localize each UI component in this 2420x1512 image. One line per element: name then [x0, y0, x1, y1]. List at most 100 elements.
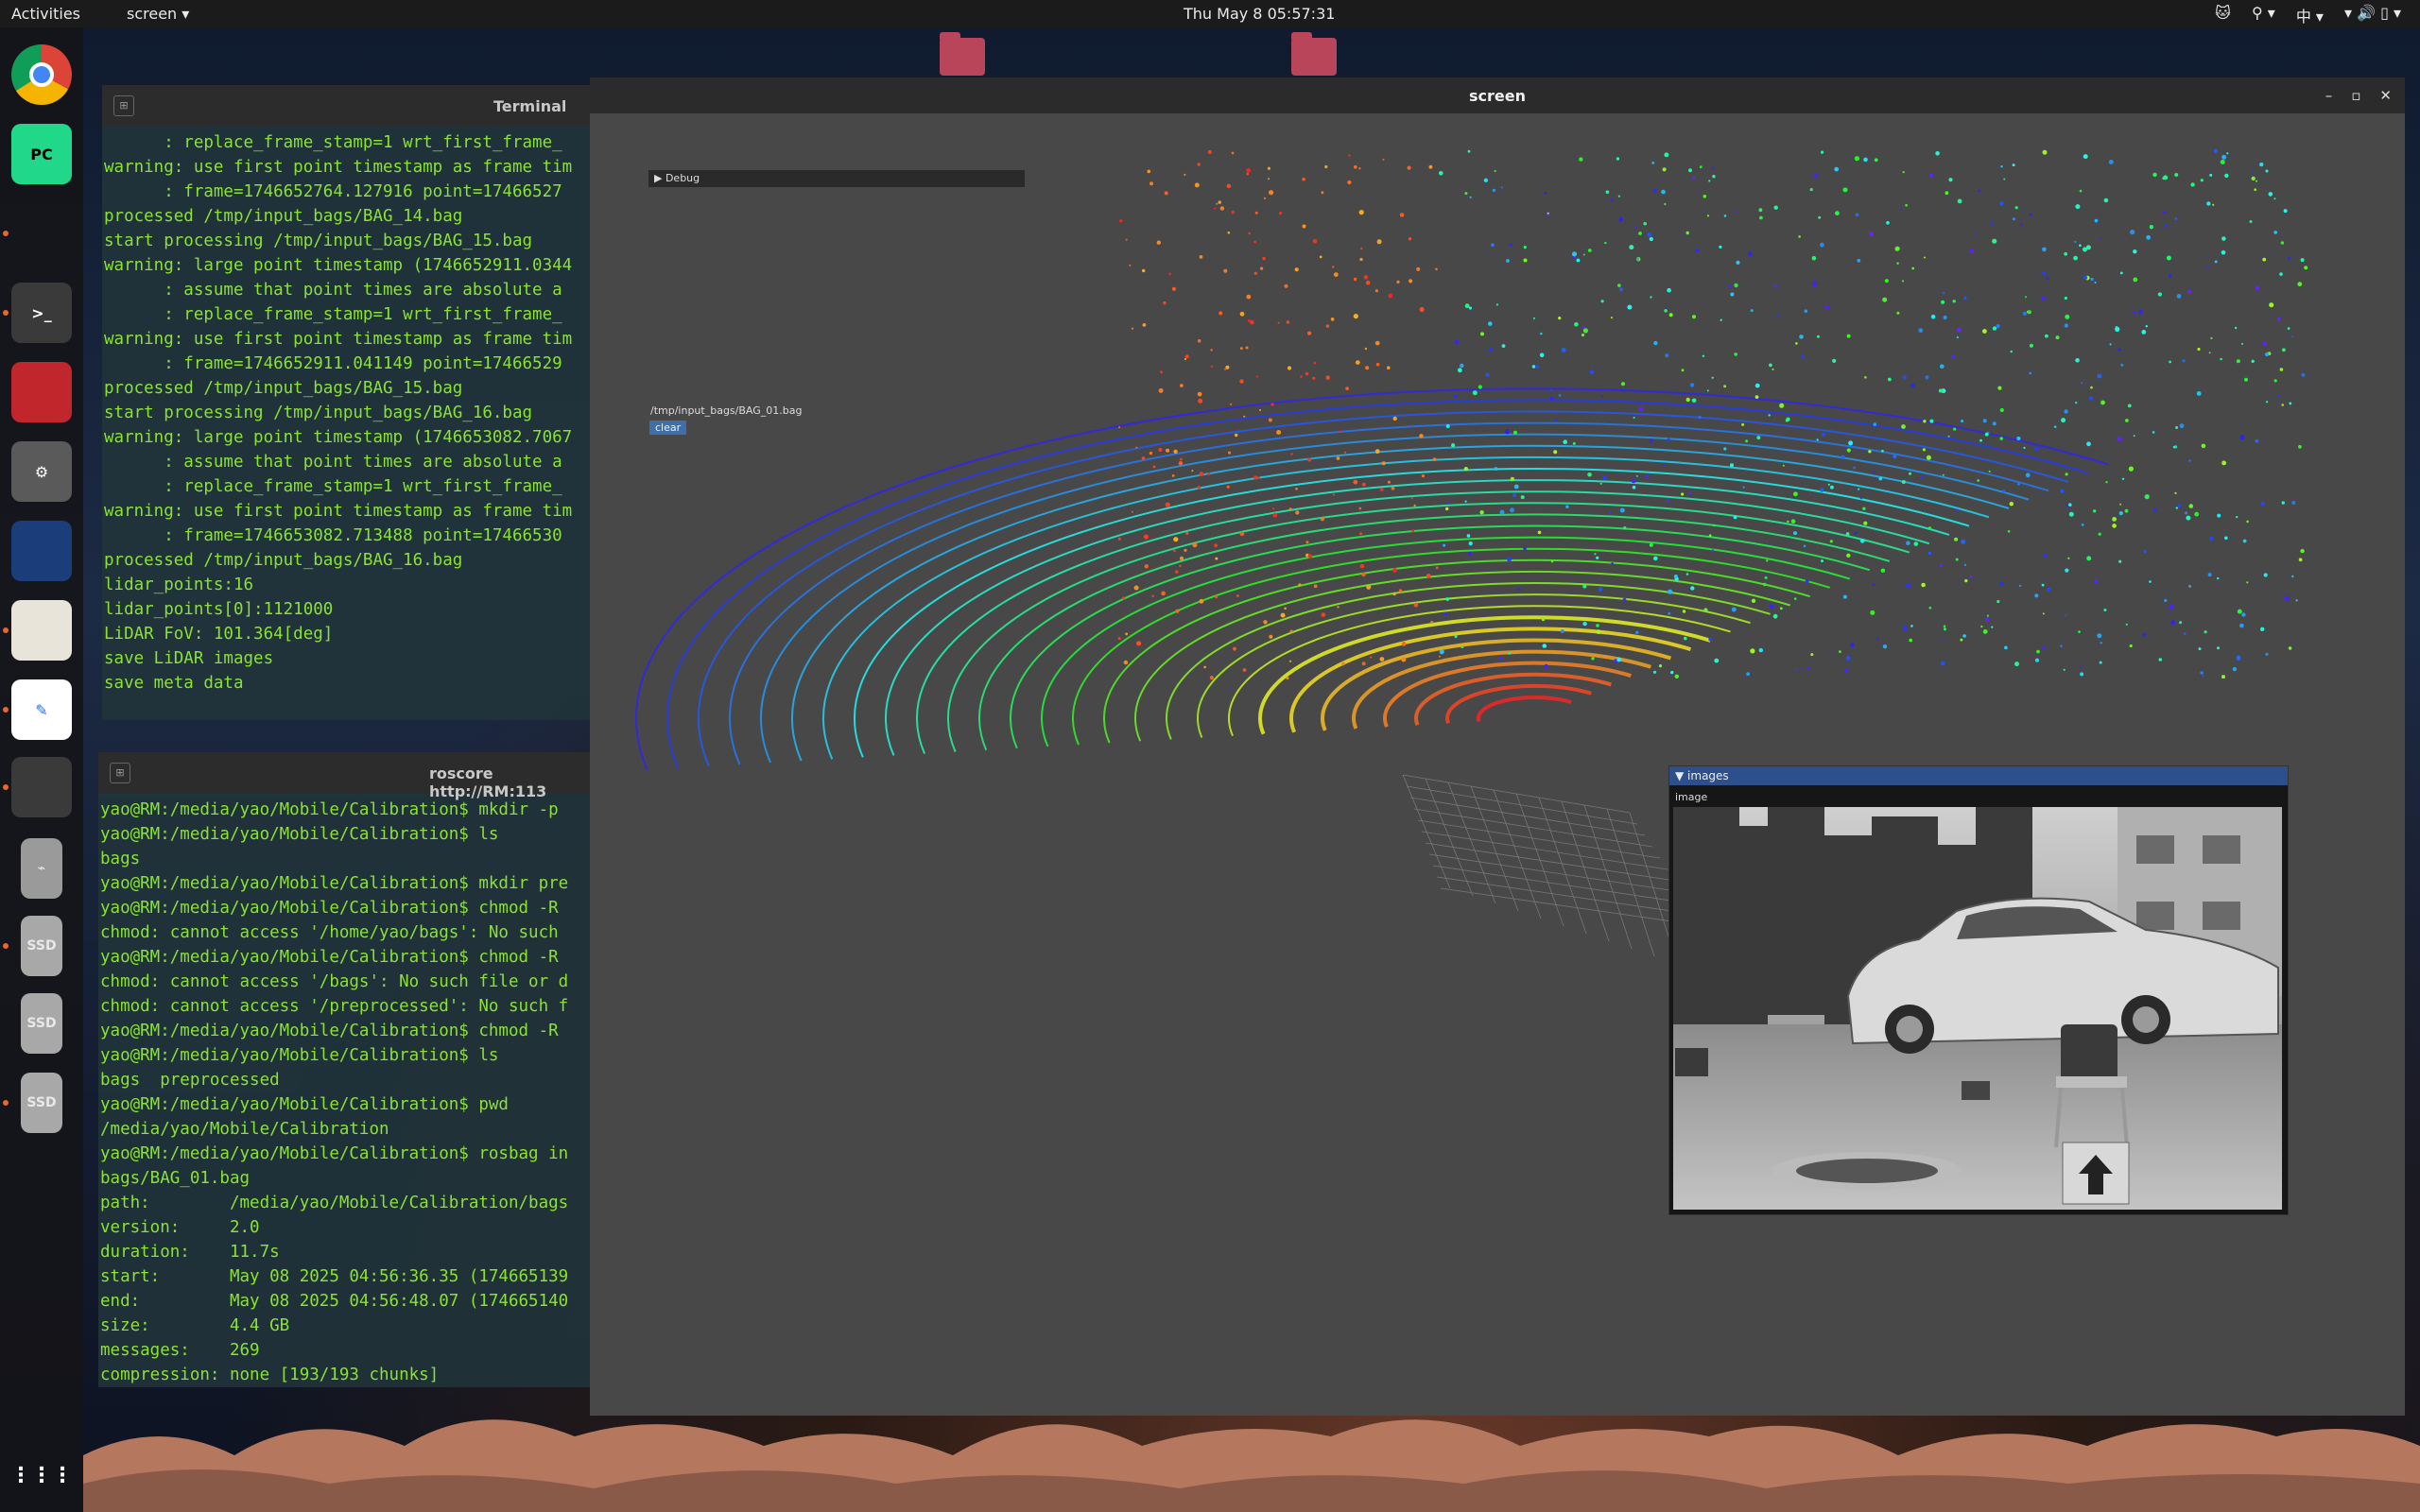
- lidar-point: [1467, 551, 1473, 557]
- lidar-point: [1223, 268, 1228, 273]
- lidar-point: [2201, 443, 2206, 449]
- lidar-point: [1862, 507, 1866, 510]
- top-bar: Activities screen ▾ Thu May 8 05:57:31 🐱…: [0, 0, 2420, 27]
- lidar-point: [1880, 568, 1886, 574]
- lidar-point: [1294, 267, 1299, 272]
- tray-cat-icon[interactable]: 🐱: [2215, 4, 2231, 26]
- lidar-point: [1295, 510, 1300, 515]
- lidar-point: [1927, 526, 1932, 530]
- pycharm-icon[interactable]: PC: [11, 124, 72, 184]
- lidar-point: [1226, 183, 1232, 189]
- lidar-point: [1834, 166, 1840, 172]
- desktop-folder-icon[interactable]: [940, 32, 985, 76]
- lidar-point: [2118, 348, 2121, 352]
- activities-button[interactable]: Activities: [11, 5, 80, 23]
- usb-drive-icon[interactable]: ⌁: [21, 838, 62, 899]
- terminal-line: size: 4.4 GB: [100, 1316, 290, 1335]
- input-method-icon[interactable]: 中 ▾: [2296, 4, 2324, 26]
- lidar-point: [1345, 387, 1349, 390]
- lidar-point: [2157, 292, 2162, 297]
- lidar-point: [1192, 542, 1198, 548]
- terminal-title: Terminal: [493, 97, 567, 115]
- close-icon[interactable]: ✕: [2379, 87, 2392, 104]
- lidar-point: [2079, 189, 2083, 193]
- lidar-point: [1443, 543, 1446, 547]
- ssd-drive-icon[interactable]: SSD: [21, 1073, 62, 1133]
- text-editor-icon[interactable]: ✎: [11, 679, 72, 740]
- terminal-output[interactable]: : replace_frame_stamp=1 wrt_first_frame_…: [102, 127, 590, 696]
- lidar-point: [1992, 326, 1997, 331]
- maximize-icon[interactable]: ▫: [2351, 87, 2360, 104]
- lidar-point: [1461, 645, 1464, 648]
- lidar-point: [2221, 154, 2227, 160]
- lidar-point: [1742, 486, 1745, 489]
- lidar-point: [1245, 346, 1249, 350]
- terminal-line: : frame=1746652764.127916 point=17466527: [104, 182, 562, 201]
- grid-line: [1583, 804, 1633, 950]
- terminal-window[interactable]: ⊞ Terminal : replace_frame_stamp=1 wrt_f…: [102, 85, 590, 720]
- terminal-line: : replace_frame_stamp=1 wrt_first_frame_: [104, 133, 562, 152]
- lidar-point: [1445, 423, 1450, 429]
- terminal-line: : assume that point times are absolute a: [104, 453, 562, 472]
- terminal-icon[interactable]: >_: [11, 283, 72, 343]
- lidar-point: [2297, 282, 2303, 287]
- screen-app-icon[interactable]: [11, 757, 72, 817]
- lidar-point: [2209, 536, 2214, 541]
- lidar-point: [2166, 255, 2171, 261]
- images-panel-header[interactable]: ▼ images: [1669, 766, 2288, 785]
- clock[interactable]: Thu May 8 05:57:31: [1184, 5, 1335, 23]
- lidar-point: [2080, 665, 2083, 668]
- roscore-terminal-window[interactable]: ⊞ roscore http://RM:113 yao@RM:/media/ya…: [98, 752, 590, 1387]
- vscode-icon[interactable]: [11, 203, 72, 264]
- terminal-titlebar[interactable]: ⊞ Terminal: [102, 85, 590, 127]
- lidar-point: [1359, 257, 1363, 262]
- lidar-point: [1495, 303, 1498, 306]
- running-indicator: [3, 707, 9, 713]
- app-red-icon[interactable]: [11, 362, 72, 422]
- lidar-ring: [1477, 696, 1572, 723]
- lidar-point: [1943, 625, 1946, 628]
- app-menu[interactable]: screen ▾: [127, 5, 189, 23]
- lidar-point: [1492, 188, 1496, 193]
- lidar-point: [2207, 573, 2212, 577]
- terminal-line: warning: use first point timestamp as fr…: [104, 330, 573, 349]
- accessibility-icon[interactable]: ⚲ ▾: [2252, 4, 2275, 26]
- lidar-point: [2175, 426, 2179, 429]
- lidar-point: [1756, 436, 1761, 440]
- lidar-point: [2093, 509, 2097, 513]
- debug-collapsible[interactable]: ▶ Debug: [648, 170, 1025, 187]
- grid-line: [1561, 800, 1610, 942]
- lidar-point: [1806, 666, 1810, 670]
- desktop-folder-icon[interactable]: [1291, 32, 1337, 76]
- images-panel[interactable]: ▼ images image: [1668, 765, 2289, 1215]
- new-tab-icon[interactable]: ⊞: [113, 95, 134, 116]
- ssd-drive-icon[interactable]: SSD: [21, 993, 62, 1054]
- image-label: image: [1675, 791, 1708, 803]
- cat-icon[interactable]: [11, 521, 72, 581]
- settings-icon[interactable]: ⚙: [11, 441, 72, 502]
- terminal-titlebar[interactable]: ⊞ roscore http://RM:113: [98, 752, 590, 800]
- point-cloud-viewport[interactable]: [590, 113, 2405, 1416]
- screen-titlebar[interactable]: screen – ▫ ✕: [590, 77, 2405, 113]
- terminal-line: yao@RM:/media/yao/Mobile/Calibration$ ch…: [100, 899, 559, 918]
- ssd-drive-icon[interactable]: SSD: [21, 916, 62, 976]
- clear-button[interactable]: clear: [649, 421, 687, 435]
- terminal-line: start processing /tmp/input_bags/BAG_15.…: [104, 232, 533, 250]
- lidar-point: [1387, 480, 1391, 484]
- lidar-point: [1171, 474, 1175, 477]
- files-icon[interactable]: [11, 600, 72, 661]
- terminal-output[interactable]: yao@RM:/media/yao/Mobile/Calibration$ mk…: [98, 794, 590, 1387]
- system-tray[interactable]: 🐱 ⚲ ▾ 中 ▾ ▾ 🔊 ▯ ▾: [2215, 4, 2401, 26]
- terminal-line: bags: [100, 850, 141, 868]
- new-tab-icon[interactable]: ⊞: [110, 763, 130, 783]
- screen-window[interactable]: screen – ▫ ✕ ▶ Debug /tmp/input_bags/BAG…: [590, 77, 2405, 1416]
- minimize-icon[interactable]: –: [2325, 87, 2333, 104]
- chrome-icon[interactable]: [11, 44, 72, 105]
- lidar-point: [1156, 240, 1161, 245]
- lidar-point: [2246, 581, 2249, 584]
- lidar-point: [1882, 297, 1888, 302]
- show-applications-icon[interactable]: ⋮⋮⋮: [10, 1445, 73, 1505]
- status-menu-icon[interactable]: ▾ 🔊 ▯ ▾: [2344, 4, 2401, 26]
- lidar-point: [1305, 371, 1309, 376]
- lidar-point: [2149, 225, 2154, 230]
